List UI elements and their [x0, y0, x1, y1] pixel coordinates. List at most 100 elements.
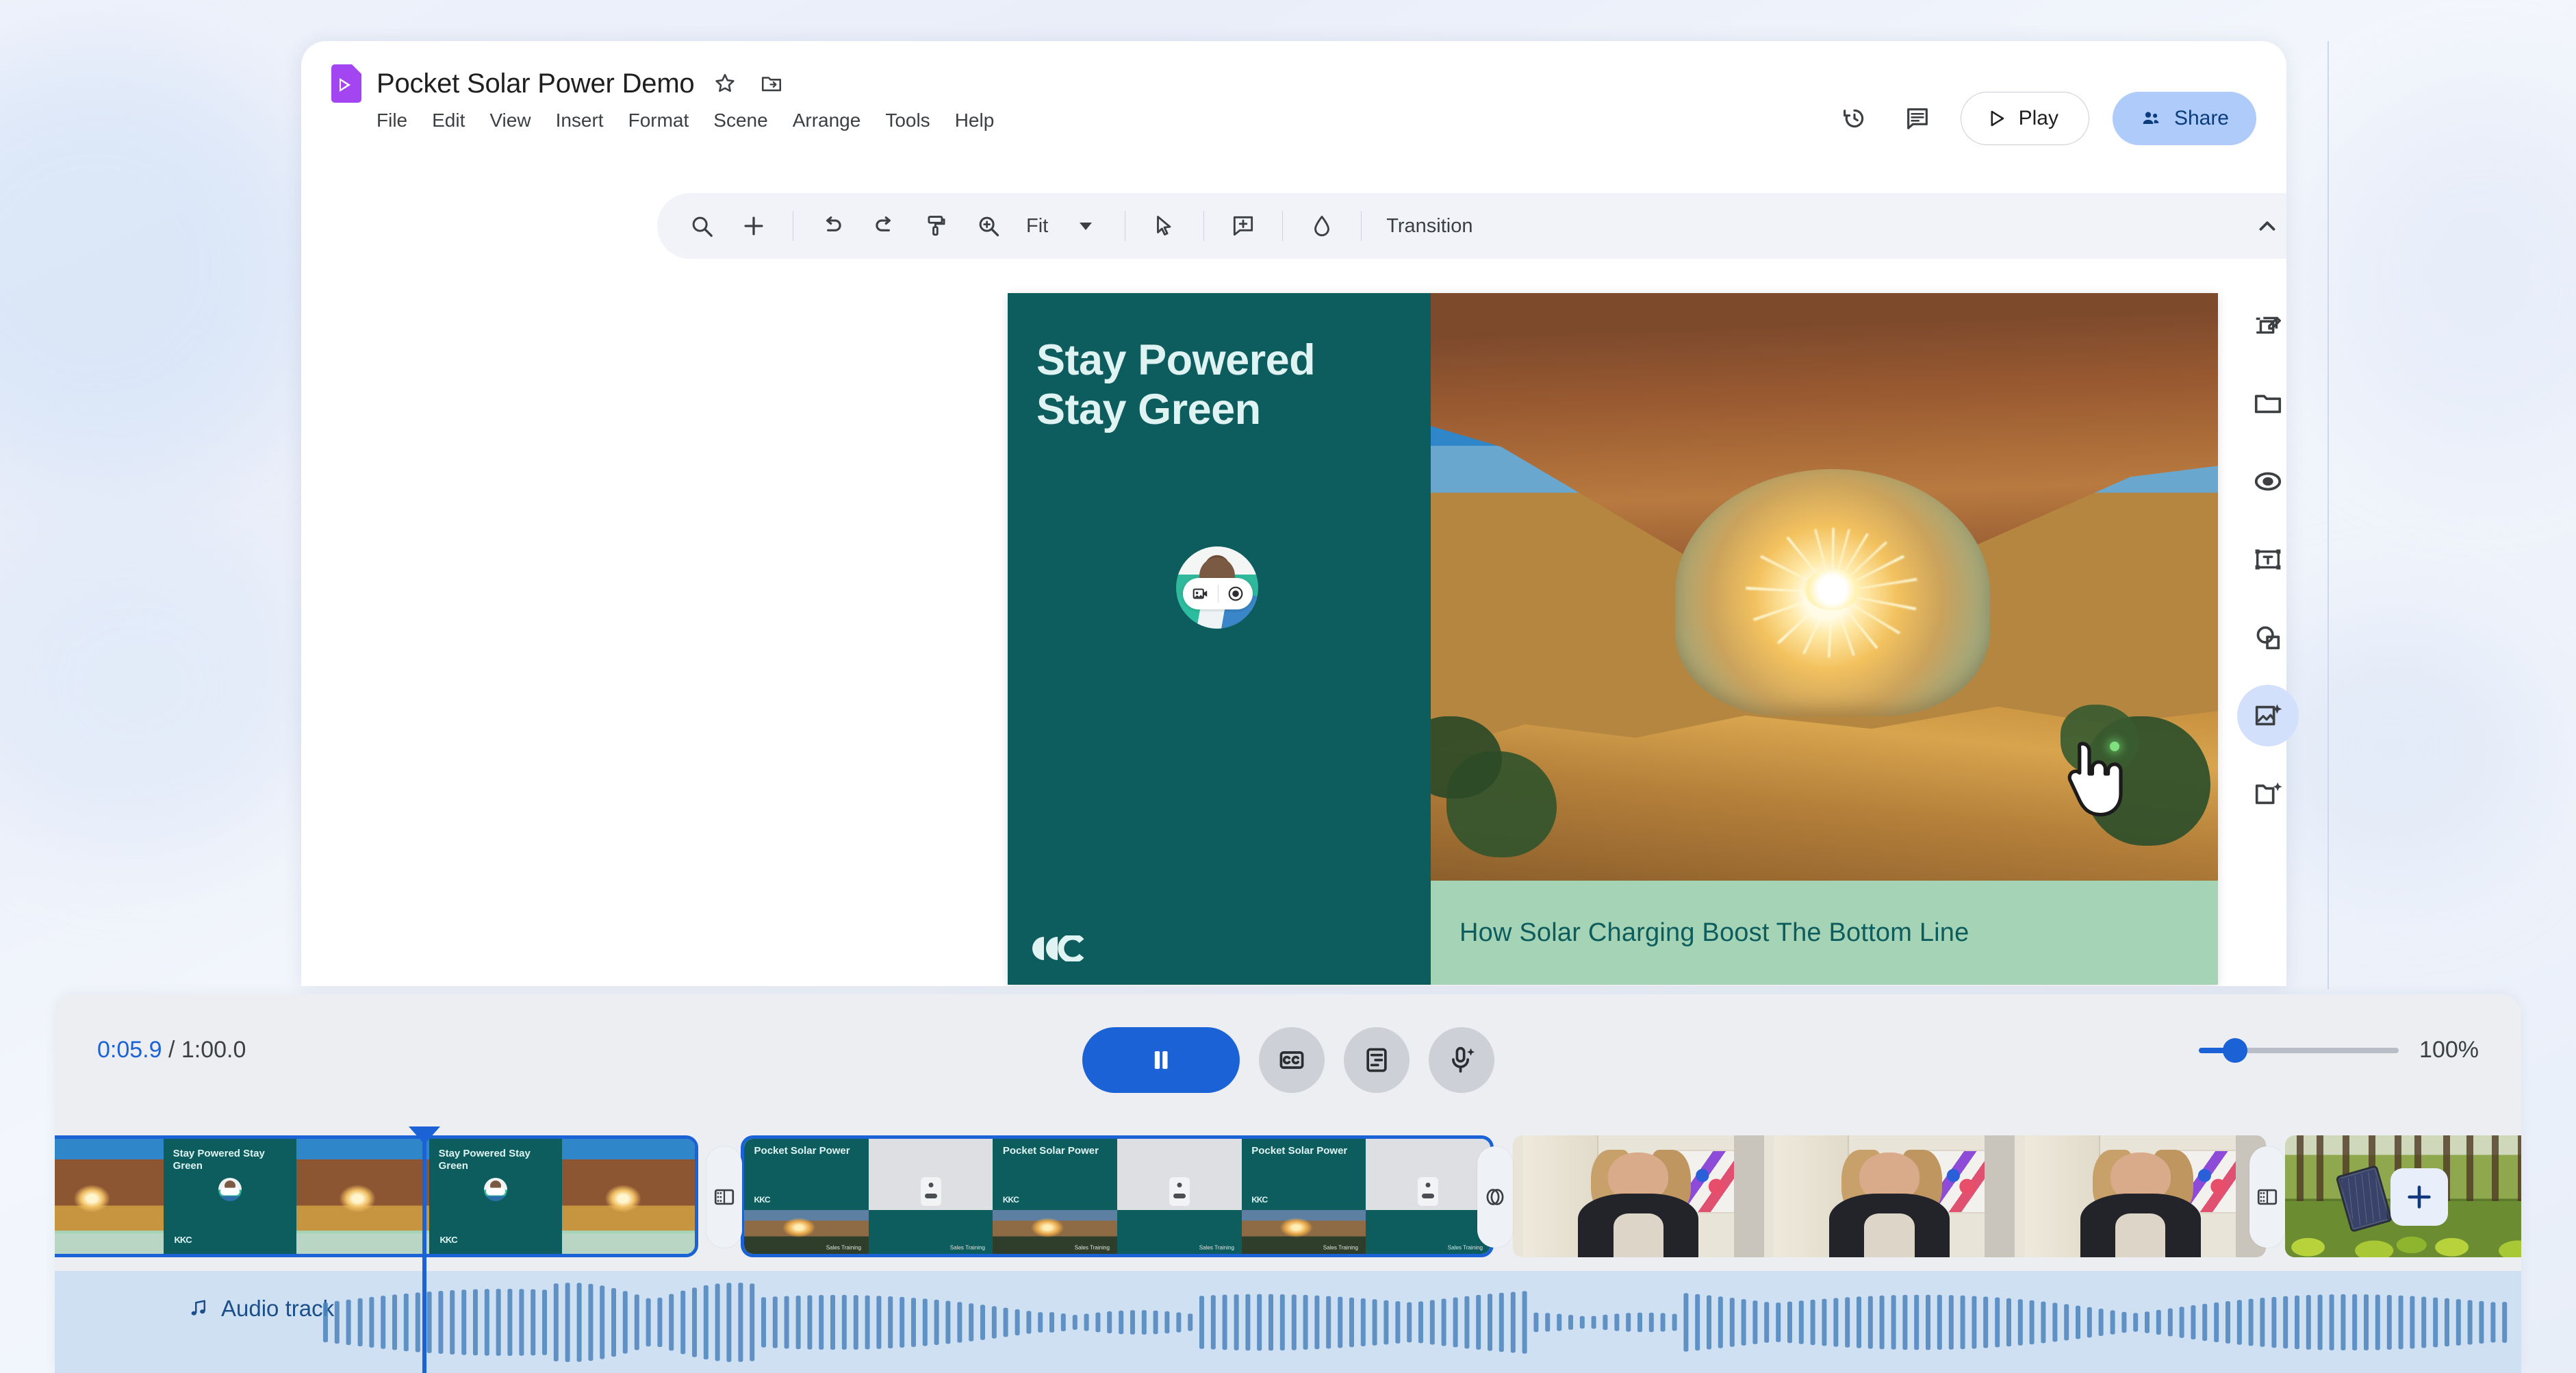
avatar-controls: [1183, 578, 1253, 609]
music-note-icon: [191, 1300, 205, 1315]
chevron-up-icon[interactable]: [2245, 204, 2286, 248]
add-icon: [2408, 1185, 2431, 1209]
menu-item-scene[interactable]: Scene: [713, 110, 767, 131]
toolbar-divider: [1203, 211, 1205, 241]
script-notes-icon: [1366, 1048, 1387, 1072]
search-icon[interactable]: [678, 202, 726, 250]
edit-slide-icon[interactable]: [2237, 294, 2299, 356]
frame-subtitle: Sales Training: [1447, 1244, 1483, 1251]
text-box-icon[interactable]: [2237, 529, 2299, 590]
toolbar-divider: [1361, 211, 1362, 241]
ai-image-icon[interactable]: [2237, 685, 2299, 746]
transition-icon: [714, 1189, 735, 1205]
frame-caption-text: How Solar Charging Boost The Bottom Line: [565, 1239, 676, 1246]
transition-handle[interactable]: [1477, 1146, 1513, 1248]
clip-frame: Pocket Solar Power KKC Sales Training: [1241, 1139, 1366, 1254]
slide-headline: Stay Powered Stay Green: [1036, 336, 1414, 435]
menu-item-format[interactable]: Format: [628, 110, 689, 131]
share-button[interactable]: Share: [2112, 92, 2256, 145]
paint-format-icon[interactable]: [913, 202, 960, 250]
slide-photo: [1431, 293, 2218, 881]
add-clip-button[interactable]: [2390, 1168, 2448, 1226]
frame-title: Pocket Solar Power: [1002, 1145, 1099, 1157]
right-tool-rail: [2237, 294, 2299, 824]
menu-item-arrange[interactable]: Arrange: [793, 110, 861, 131]
audio-track-row[interactable]: Audio track: [55, 1271, 2521, 1373]
link-transition-icon: [1486, 1189, 1504, 1205]
frame-subtitle: Sales Training: [950, 1244, 986, 1251]
frame-subtitle: Sales Training: [1199, 1244, 1234, 1251]
closed-captions-icon: [1279, 1051, 1303, 1069]
background-decoration: [0, 520, 315, 849]
slide-canvas[interactable]: Stay Powered Stay Green How Solar Chargi…: [1008, 293, 2218, 985]
page-title: Pocket Solar Power Demo: [377, 68, 695, 99]
transition-handle[interactable]: [706, 1146, 742, 1248]
zoom-level-value[interactable]: Fit: [1017, 215, 1058, 238]
audio-waveform: [323, 1283, 2508, 1362]
chevron-down-icon[interactable]: [1062, 202, 1110, 250]
video-camera-icon[interactable]: [1184, 578, 1218, 609]
total-time: / 1:00.0: [168, 1037, 246, 1063]
clip-frame: Stay Powered Stay Green KKC: [164, 1139, 296, 1254]
pause-icon: [1154, 1051, 1168, 1069]
closed-captions-button[interactable]: [1258, 1027, 1325, 1093]
menu-item-tools[interactable]: Tools: [885, 110, 930, 131]
timeline-clip-presenter-video[interactable]: [1513, 1135, 2266, 1257]
undo-icon[interactable]: [808, 202, 856, 250]
menu-item-insert[interactable]: Insert: [556, 110, 604, 131]
add-comment-icon[interactable]: [1219, 202, 1267, 250]
menu-item-help[interactable]: Help: [955, 110, 995, 131]
version-history-icon[interactable]: [1835, 99, 1874, 138]
pause-button[interactable]: [1082, 1027, 1240, 1093]
ai-voiceover-button[interactable]: [1428, 1027, 1494, 1093]
play-button[interactable]: Play: [1960, 92, 2089, 145]
play-button-label: Play: [2018, 107, 2058, 129]
comments-icon[interactable]: [1898, 99, 1937, 138]
zoom-icon[interactable]: [965, 202, 1012, 250]
time-display: 0:05.9 / 1:00.0: [97, 1037, 246, 1063]
record-icon[interactable]: [2237, 451, 2299, 512]
folder-icon[interactable]: [2237, 373, 2299, 434]
header-actions: Play Share: [1835, 92, 2256, 145]
ai-video-icon[interactable]: [2237, 763, 2299, 824]
clip-frame: How Solar Charging Boost The Bottom Line: [562, 1139, 695, 1254]
record-icon[interactable]: [1219, 578, 1253, 609]
zoom-slider-thumb[interactable]: [2222, 1037, 2247, 1063]
move-to-folder-icon[interactable]: [756, 68, 787, 99]
frame-subtitle: Sales Training: [826, 1244, 861, 1251]
clip-frame: How Solar Charging Boost The Bottom Line: [55, 1139, 164, 1254]
frame-subtitle: Sales Training: [1074, 1244, 1110, 1251]
slide-caption-text: How Solar Charging Boost The Bottom Line: [1459, 918, 1969, 947]
menu-item-edit[interactable]: Edit: [432, 110, 465, 131]
timeline-controls: 0:05.9 / 1:00.0 100%: [55, 994, 2521, 1129]
playback-controls: [1082, 1027, 1494, 1093]
timeline-clip-canyon-intro[interactable]: How Solar Charging Boost The Bottom Line…: [55, 1135, 698, 1257]
clip-frame: Sales Training: [1117, 1139, 1242, 1254]
transition-button[interactable]: Transition: [1377, 215, 1482, 238]
menu-item-file[interactable]: File: [377, 110, 407, 131]
frame-logo: KKC: [1251, 1194, 1268, 1205]
zoom-slider[interactable]: [2199, 1037, 2399, 1063]
frame-caption: How Solar Charging Boost The Bottom Line: [55, 1231, 164, 1254]
ai-voiceover-mic-icon: [1451, 1046, 1475, 1073]
clip-frame: Pocket Solar Power KKC Sales Training: [744, 1139, 869, 1254]
background-decoration: [0, 55, 315, 479]
frame-title: Pocket Solar Power: [754, 1145, 850, 1157]
clip-frame: [1763, 1135, 2015, 1257]
star-icon[interactable]: [709, 68, 741, 99]
cursor-select-icon[interactable]: [1140, 202, 1188, 250]
transition-handle[interactable]: [2249, 1146, 2285, 1248]
redo-icon[interactable]: [860, 202, 908, 250]
shapes-icon[interactable]: [2237, 607, 2299, 668]
app-window: Pocket Solar Power Demo File Edit View I…: [301, 41, 2286, 986]
script-notes-button[interactable]: [1343, 1027, 1410, 1093]
slide-caption: How Solar Charging Boost The Bottom Line: [1431, 881, 2218, 985]
zoom-level-label: 100%: [2419, 1037, 2479, 1063]
frame-caption-text: How Solar Charging Boost The Bottom Line: [55, 1239, 145, 1246]
clip-frame: How Solar Charging Boost The Bottom Line: [296, 1139, 429, 1254]
fill-color-icon[interactable]: [1298, 202, 1346, 250]
add-icon[interactable]: [730, 202, 778, 250]
clip-frames: Pocket Solar Power KKC Sales Training Sal…: [744, 1139, 1490, 1254]
timeline-clip-pocket-solar-power[interactable]: Pocket Solar Power KKC Sales Training Sal…: [741, 1135, 1494, 1257]
menu-item-view[interactable]: View: [489, 110, 531, 131]
